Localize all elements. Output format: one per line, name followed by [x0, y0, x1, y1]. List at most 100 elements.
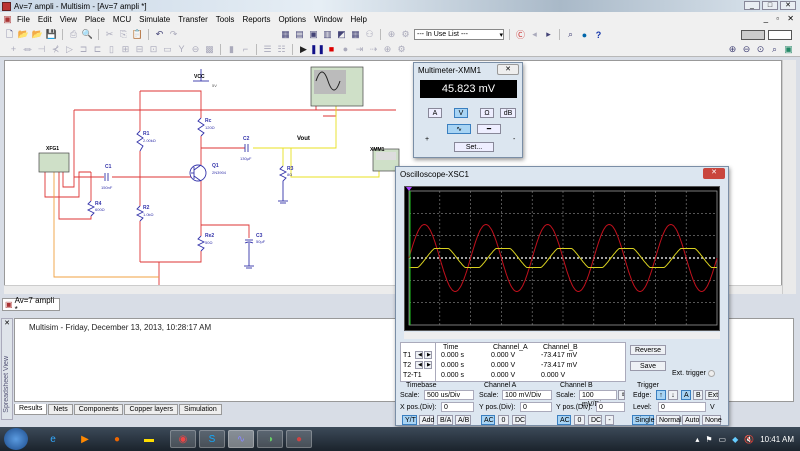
toggle-design-toolbox-icon[interactable]: ▦ — [280, 29, 291, 40]
capture-icon[interactable]: ⚙ — [400, 29, 411, 40]
menu-simulate[interactable]: Simulate — [135, 15, 174, 24]
internet-explorer-icon[interactable]: e — [42, 430, 64, 448]
set-button[interactable]: Set... — [454, 142, 494, 152]
clock[interactable]: 10:41 AM — [760, 435, 794, 444]
volume-muted-icon[interactable]: 🔇 — [744, 435, 754, 444]
recorder-icon[interactable]: ● — [286, 430, 312, 448]
channel-b-zero-button[interactable]: 0 — [574, 415, 585, 425]
diode-icon[interactable]: ⊣ — [36, 44, 47, 55]
database-icon[interactable]: ▥ — [322, 29, 333, 40]
start-button[interactable] — [4, 428, 28, 450]
component-wizard-icon[interactable]: ⊕ — [386, 29, 397, 40]
run-switch-icon[interactable] — [741, 29, 765, 40]
tab-components[interactable]: Components — [73, 404, 124, 415]
trigger-none-button[interactable]: None — [702, 415, 722, 425]
multisim-icon[interactable]: ∿ — [228, 430, 254, 448]
copy-icon[interactable]: ⎘ — [118, 29, 129, 40]
electromechanical-icon[interactable]: ⊖ — [190, 44, 201, 55]
tab-nets[interactable]: Nets — [48, 404, 73, 415]
pause-switch-icon[interactable] — [768, 29, 792, 40]
menu-file[interactable]: File — [13, 15, 34, 24]
open-icon[interactable]: 📂 — [18, 29, 29, 40]
postprocessor-icon[interactable]: ▦ — [350, 29, 361, 40]
canvas-vertical-scrollbar[interactable] — [782, 60, 796, 294]
cursor-right-arrow-icon[interactable]: ▶ — [424, 351, 432, 359]
skype-icon[interactable]: S — [199, 430, 225, 448]
maximize-button[interactable]: □ — [762, 1, 778, 10]
screen-scrollbar[interactable] — [404, 332, 720, 339]
trigger-normal-button[interactable]: Normal — [656, 415, 682, 425]
basic-icon[interactable]: ⏛ — [22, 44, 33, 55]
bus-icon[interactable]: ⌐ — [240, 44, 251, 55]
run-icon[interactable]: ▶ — [298, 44, 309, 55]
save-icon[interactable]: 💾 — [46, 29, 57, 40]
print-icon[interactable]: ⎙ — [68, 29, 79, 40]
menu-edit[interactable]: Edit — [34, 15, 56, 24]
help-icon[interactable]: ? — [593, 29, 604, 40]
close-icon[interactable]: ✕ — [497, 64, 519, 75]
menu-help[interactable]: Help — [346, 15, 370, 24]
ba-mode-button[interactable]: B/A — [437, 415, 453, 425]
cursor-left-arrow-icon[interactable]: ◀ — [415, 361, 423, 369]
menu-reports[interactable]: Reports — [238, 15, 274, 24]
channel-a-ypos-input[interactable]: 0 — [520, 402, 552, 412]
action-center-icon[interactable]: ⚑ — [705, 435, 712, 444]
undo-icon[interactable]: ↶ — [154, 29, 165, 40]
ladder-icon[interactable]: ☰ — [262, 44, 273, 55]
education-website-icon[interactable]: ● — [579, 29, 590, 40]
close-icon[interactable]: ✕ — [703, 168, 725, 179]
ab-mode-button[interactable]: A/B — [455, 415, 471, 425]
trigger-auto-button[interactable]: Auto — [682, 415, 700, 425]
menu-view[interactable]: View — [56, 15, 81, 24]
multimeter-title-bar[interactable]: Multimeter-XMM1 ✕ — [414, 63, 522, 77]
trigger-single-button[interactable]: Single — [632, 415, 654, 425]
ladder-rung-icon[interactable]: ☷ — [276, 44, 287, 55]
ohmmeter-mode-button[interactable]: Ω — [480, 108, 494, 118]
channel-b-scale-spinner[interactable]: ⇕ — [618, 390, 625, 400]
media-app-icon[interactable]: ◑ — [257, 430, 283, 448]
dc-button[interactable]: ━ — [477, 124, 501, 134]
channel-a-dc-button[interactable]: DC — [512, 415, 526, 425]
trigger-level-input[interactable]: 0 — [658, 402, 706, 412]
falling-edge-button[interactable]: ↓ — [668, 390, 678, 400]
oscilloscope-screen[interactable] — [404, 186, 720, 331]
menu-transfer[interactable]: Transfer — [174, 15, 212, 24]
minimize-button[interactable]: _ — [744, 1, 760, 10]
menu-window[interactable]: Window — [310, 15, 346, 24]
search-icon[interactable]: ⌕ — [565, 29, 576, 40]
in-use-list-dropdown[interactable]: --- In Use List --- ▾ — [414, 29, 504, 40]
trigger-source-a-button[interactable]: A — [681, 390, 691, 400]
mixed-icon[interactable]: ⊞ — [120, 44, 131, 55]
channel-a-zero-button[interactable]: 0 — [498, 415, 509, 425]
redo-icon[interactable]: ↷ — [168, 29, 179, 40]
menu-place[interactable]: Place — [81, 15, 109, 24]
transistor-icon[interactable]: ⊀ — [50, 44, 61, 55]
oscilloscope-title-bar[interactable]: Oscilloscope-XSC1 ✕ — [396, 167, 728, 181]
tab-simulation[interactable]: Simulation — [179, 404, 222, 415]
source-icon[interactable]: + — [8, 44, 19, 55]
new-icon[interactable]: 🗋 — [4, 29, 15, 40]
menu-tools[interactable]: Tools — [212, 15, 239, 24]
function-generator-xfg1[interactable] — [38, 152, 70, 173]
zoom-fit-icon[interactable]: ⌕ — [769, 44, 780, 55]
tab-results[interactable]: Results — [14, 404, 48, 415]
full-screen-icon[interactable]: ▣ — [783, 44, 794, 55]
x-position-input[interactable]: 0 — [441, 402, 474, 412]
zoom-out-icon[interactable]: ⊖ — [741, 44, 752, 55]
db-mode-button[interactable]: dB — [500, 108, 516, 118]
mdi-controls[interactable]: _ ▫ ✕ — [764, 14, 797, 23]
analog-icon[interactable]: ▷ — [64, 44, 75, 55]
channel-a-ac-button[interactable]: AC — [481, 415, 495, 425]
channel-b-dc-button[interactable]: DC — [588, 415, 602, 425]
yt-mode-button[interactable]: Y/T — [402, 415, 417, 425]
voltmeter-mode-button[interactable]: V — [454, 108, 468, 118]
menu-options[interactable]: Options — [274, 15, 310, 24]
channel-b-ypos-input[interactable]: 0 — [596, 402, 625, 412]
channel-b-invert-button[interactable]: - — [605, 415, 614, 425]
step-icon[interactable]: ⇥ — [354, 44, 365, 55]
channel-b-ac-button[interactable]: AC — [557, 415, 571, 425]
channel-a-scale-input[interactable]: 100 mV/Div — [502, 390, 552, 400]
open-sample-icon[interactable]: 📂 — [32, 29, 43, 40]
indicator-icon[interactable]: ⊟ — [134, 44, 145, 55]
reverse-button[interactable]: Reverse — [630, 345, 666, 355]
